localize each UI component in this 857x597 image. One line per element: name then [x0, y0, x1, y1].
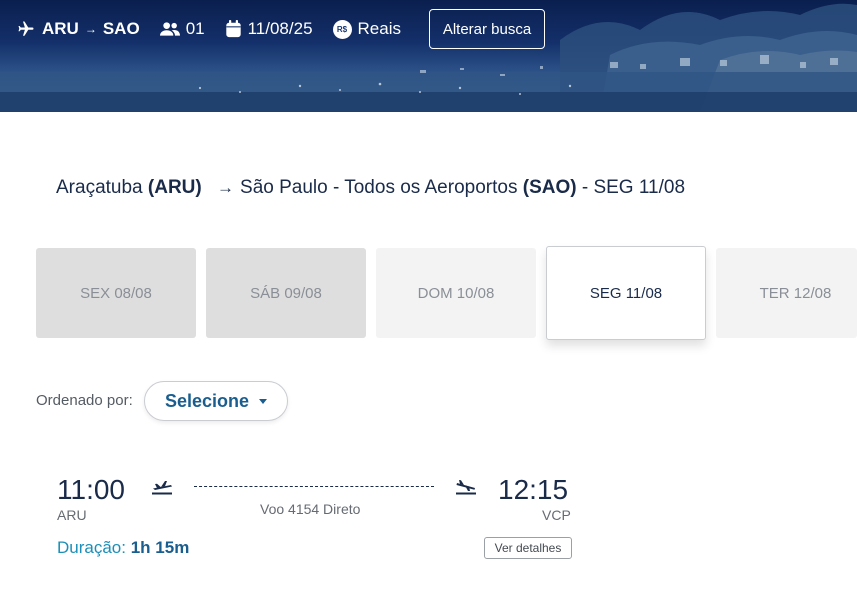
origin-airport-code: (ARU): [147, 177, 202, 198]
route-summary: ARU → SAO: [16, 19, 140, 39]
duration-value: 1h 15m: [130, 538, 190, 557]
route-date: - SEG 11/08: [581, 177, 686, 198]
takeoff-icon: [152, 481, 172, 495]
travel-date: 11/08/25: [225, 19, 313, 39]
arrow-right-icon: →: [217, 178, 235, 197]
flight-duration: Duração: 1h 15m: [57, 538, 189, 558]
landing-icon: [456, 480, 476, 495]
date-tab-seg-11-08[interactable]: SEG 11/08: [546, 246, 706, 340]
passengers-icon: [159, 22, 180, 36]
departure-airport: ARU: [57, 507, 87, 523]
arrival-time: 12:15: [498, 474, 569, 505]
calendar-icon: [225, 20, 241, 38]
sort-dropdown[interactable]: Selecione: [144, 381, 288, 421]
origin-city: Araçatuba: [56, 177, 143, 198]
destination-code: SAO: [102, 19, 140, 38]
flight-route-line: [194, 486, 434, 487]
sort-dropdown-value: Selecione: [164, 390, 250, 411]
destination-city: São Paulo - Todos os Aeroportos: [240, 177, 518, 198]
date-tab-sab-09-08[interactable]: SÁB 09/08: [206, 248, 366, 338]
search-summary-banner: ARU → SAO 01 11/08/25 R$ Reais Alterar b…: [0, 0, 857, 112]
origin-code: ARU: [42, 19, 79, 38]
date-tab-dom-10-08[interactable]: DOM 10/08: [376, 248, 536, 338]
currency-selection: R$ Reais: [332, 19, 401, 39]
flight-number-info: Voo 4154 Direto: [260, 501, 361, 517]
currency-icon: R$: [332, 19, 352, 39]
plane-icon: [18, 21, 34, 36]
sort-label: Ordenado por:: [36, 392, 133, 409]
destination-airport-code: (SAO): [522, 177, 577, 198]
date-tab-sex-08-08[interactable]: SEX 08/08: [36, 248, 196, 338]
duration-label: Duração:: [57, 538, 126, 557]
passenger-count: 01: [159, 19, 205, 39]
caret-down-icon: [259, 398, 268, 404]
date-tab-ter-12-08[interactable]: TER 12/08: [716, 248, 857, 338]
departure-time: 11:00: [57, 474, 125, 505]
change-search-button[interactable]: Alterar busca: [429, 9, 545, 49]
route-arrow-icon: →: [84, 22, 97, 36]
arrival-airport: VCP: [542, 507, 571, 523]
view-details-button[interactable]: Ver detalhes: [484, 537, 572, 559]
route-title: Araçatuba (ARU) → São Paulo - Todos os Ae…: [56, 177, 685, 199]
